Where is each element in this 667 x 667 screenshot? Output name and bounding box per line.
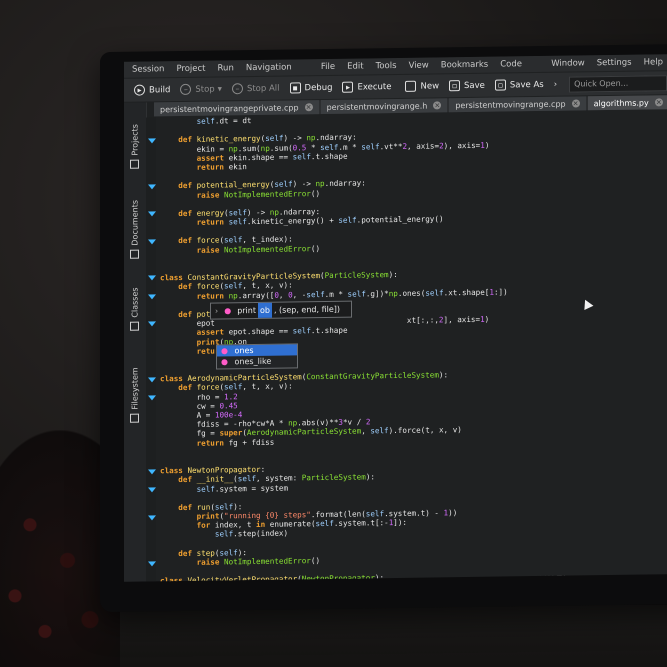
save-as-label: Save As — [509, 79, 544, 90]
function-icon: ● — [224, 306, 232, 316]
menu-project[interactable]: Project — [176, 64, 205, 74]
side-tab-filesystem[interactable]: Filesystem — [126, 349, 144, 427]
fold-toggle-icon[interactable] — [148, 294, 156, 300]
fold-toggle-icon[interactable] — [148, 377, 156, 383]
quick-open-input[interactable]: Quick Open... — [569, 74, 667, 93]
build-icon: ▸ — [134, 84, 145, 96]
menu-code[interactable]: Code — [500, 59, 522, 69]
stop-all-button[interactable]: – Stop All — [231, 83, 280, 95]
tab-file[interactable]: persistentmovingrange.cpp × — [449, 96, 586, 113]
tab-file[interactable]: persistentmovingrange.h × — [320, 98, 448, 115]
execute-button[interactable]: ▸ Execute — [342, 81, 391, 93]
debug-button[interactable]: ▪ Debug — [289, 82, 333, 94]
menu-window[interactable]: Window — [551, 58, 585, 68]
filesystem-icon — [130, 413, 140, 423]
tooltip-prefix: print — [237, 305, 256, 316]
menu-edit[interactable]: Edit — [347, 61, 363, 71]
signature-tooltip: › ● print ob , (sep, end, file]) — [210, 300, 352, 320]
tab-label: persistentmovingrangeprivate.cpp — [160, 102, 299, 114]
fold-toggle-icon[interactable] — [148, 561, 156, 567]
stop-all-icon: – — [231, 83, 243, 95]
new-file-icon — [405, 80, 417, 92]
side-tab-label: Documents — [130, 199, 140, 246]
autocomplete-list: ● ones ● ones_like — [216, 343, 298, 370]
function-icon: ● — [221, 357, 228, 367]
function-icon: ● — [221, 346, 228, 356]
new-label: New — [420, 80, 440, 92]
close-icon[interactable]: × — [304, 103, 313, 112]
close-icon[interactable]: × — [654, 98, 663, 107]
fold-toggle-icon[interactable] — [148, 395, 156, 401]
stop-icon: – — [180, 83, 192, 96]
menu-bookmarks[interactable]: Bookmarks — [441, 60, 489, 71]
side-tab-documents[interactable]: Documents — [126, 185, 144, 263]
stop-all-label: Stop All — [246, 83, 280, 94]
fold-toggle-icon[interactable] — [148, 275, 156, 281]
side-tab-label: Classes — [130, 287, 140, 318]
save-label: Save — [464, 80, 485, 91]
classes-icon — [130, 321, 140, 331]
debug-label: Debug — [304, 82, 333, 93]
tab-label: algorithms.py — [593, 97, 649, 108]
autocomplete-item[interactable]: ● ones_like — [217, 355, 297, 367]
build-button[interactable]: ▸ Build — [134, 84, 170, 96]
fold-gutter — [146, 117, 156, 582]
chevron-right-icon[interactable]: › — [554, 79, 557, 89]
save-as-button[interactable]: ▫ Save As — [494, 79, 544, 91]
tooltip-rest: , (sep, end, file]) — [273, 304, 341, 315]
side-tab-classes[interactable]: Classes — [126, 275, 144, 335]
fold-toggle-icon[interactable] — [148, 211, 156, 217]
debug-icon: ▪ — [289, 82, 301, 94]
save-icon: ▫ — [449, 80, 461, 92]
fold-toggle-icon[interactable] — [148, 469, 156, 475]
close-icon[interactable]: × — [571, 99, 580, 108]
stop-button[interactable]: – Stop ▾ — [180, 83, 222, 96]
ide-screen: Session Project Run Navigation File Edit… — [124, 54, 667, 582]
menu-settings[interactable]: Settings — [597, 58, 632, 68]
tab-file-active[interactable]: algorithms.py × — [587, 95, 667, 111]
desk-surface — [120, 605, 667, 667]
save-as-icon: ▫ — [494, 79, 506, 91]
side-panel: Projects Documents Classes Filesystem — [124, 102, 147, 582]
tooltip-highlight: ob — [257, 302, 272, 318]
fold-toggle-icon: › — [215, 306, 219, 316]
fold-toggle-icon[interactable] — [148, 487, 156, 493]
autocomplete-label: ones_like — [234, 356, 272, 367]
stop-label: Stop — [195, 84, 215, 95]
chevron-down-icon[interactable]: ▾ — [218, 84, 222, 94]
menu-view[interactable]: View — [409, 61, 429, 71]
execute-label: Execute — [357, 81, 392, 93]
tab-label: persistentmovingrange.h — [326, 101, 428, 112]
menu-tools[interactable]: Tools — [376, 61, 397, 71]
menu-file[interactable]: File — [321, 62, 335, 72]
build-label: Build — [149, 84, 171, 95]
tab-label: persistentmovingrange.cpp — [455, 99, 566, 110]
fold-toggle-icon[interactable] — [148, 239, 156, 245]
fold-toggle-icon[interactable] — [148, 515, 156, 521]
documents-icon — [130, 249, 140, 259]
menu-help[interactable]: Help — [644, 57, 663, 67]
autocomplete-label: ones — [234, 345, 254, 356]
side-tab-label: Filesystem — [130, 367, 140, 410]
menu-navigation[interactable]: Navigation — [246, 62, 292, 73]
fold-toggle-icon[interactable] — [148, 138, 156, 144]
fold-toggle-icon[interactable] — [148, 321, 156, 327]
menu-session[interactable]: Session — [132, 64, 164, 74]
new-button[interactable]: New — [405, 80, 440, 92]
side-tab-label: Projects — [130, 124, 140, 156]
execute-icon: ▸ — [342, 81, 354, 93]
fold-toggle-icon[interactable] — [148, 184, 156, 190]
projects-icon — [130, 159, 140, 169]
menu-run[interactable]: Run — [218, 63, 234, 73]
tab-file[interactable]: persistentmovingrangeprivate.cpp × — [154, 100, 319, 117]
side-tab-projects[interactable]: Projects — [126, 113, 144, 173]
close-icon[interactable]: × — [433, 101, 442, 110]
save-button[interactable]: ▫ Save — [449, 80, 485, 92]
